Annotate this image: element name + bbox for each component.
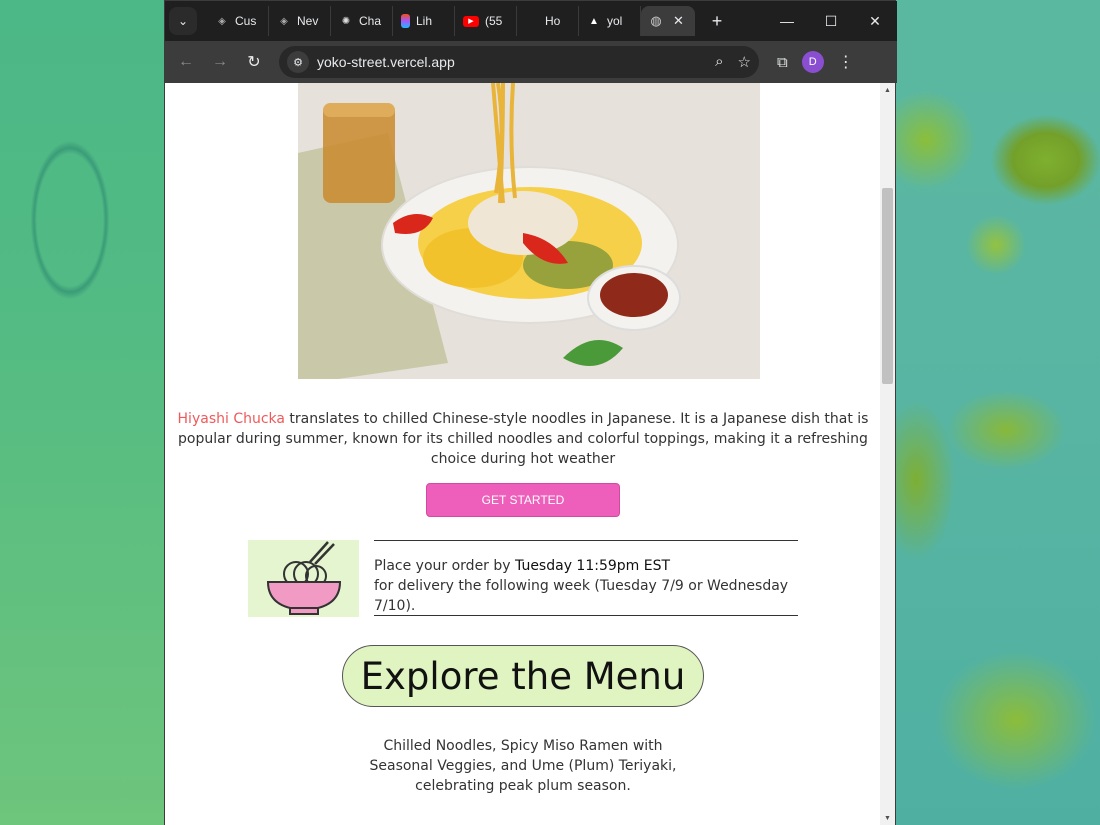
tab-0[interactable]: ◈ Cus [207,6,269,36]
page-viewport: Hiyashi Chucka translates to chilled Chi… [165,83,881,825]
intro-paragraph: Hiyashi Chucka translates to chilled Chi… [171,409,875,469]
get-started-button[interactable]: GET STARTED [426,483,620,517]
tab-3[interactable]: Lih [393,6,455,36]
url-text: yoko-street.vercel.app [317,54,455,70]
cube-icon: ◈ [280,15,288,27]
back-button[interactable]: ← [169,45,203,79]
scrollbar-thumb[interactable] [882,188,893,384]
tab-4[interactable]: ▶ (55 [455,6,517,36]
tab-2[interactable]: ✺ Cha [331,6,393,36]
blank-icon [525,14,539,28]
browser-window: ⌄ ◈ Cus ◈ Nev ✺ Cha Lih ▶ (55 Ho ▲ yol ◍ ✕ + —… [164,0,897,825]
chevron-down-icon: ⌄ [177,14,189,28]
window-controls: — ☐ ✕ [765,1,897,41]
menu-kebab-icon[interactable]: ⋮ [838,52,854,72]
noodle-dish-illustration [298,83,760,379]
order-delivery-text: for delivery the following week (Tuesday… [374,578,789,614]
triangle-icon: ▲ [589,15,599,27]
zoom-icon[interactable]: ⌕ [715,53,723,71]
tab-6[interactable]: ▲ yol [579,6,641,36]
forward-button[interactable]: → [203,45,237,79]
site-info-icon[interactable]: ⚙ [287,51,309,73]
address-bar[interactable]: ⚙ yoko-street.vercel.app ⌕ ☆ [279,46,759,78]
tab-active[interactable]: ◍ ✕ [641,6,695,36]
youtube-icon: ▶ [463,15,479,27]
order-deadline: Tuesday 11:59pm EST [515,558,671,574]
close-tab-icon[interactable]: ✕ [673,13,684,29]
scroll-up-icon[interactable]: ▲ [880,83,895,97]
reload-button[interactable]: ↻ [237,45,271,79]
explore-menu-button[interactable]: Explore the Menu [342,645,704,707]
browser-toolbar: ← → ↻ ⚙ yoko-street.vercel.app ⌕ ☆ ⧉ D ⋮ [165,41,897,83]
maximize-icon[interactable]: ☐ [809,1,853,41]
tab-1[interactable]: ◈ Nev [269,6,331,36]
intro-highlight: Hiyashi Chucka [177,411,285,427]
profile-avatar[interactable]: D [801,51,824,73]
figma-icon [401,14,410,28]
tab-search-button[interactable]: ⌄ [169,7,197,35]
new-tab-button[interactable]: + [703,11,731,32]
extensions-icon[interactable]: ⧉ [777,54,788,71]
scroll-down-icon[interactable]: ▼ [880,811,895,825]
order-prefix: Place your order by [374,558,516,574]
openai-icon: ✺ [341,15,351,27]
hero-image [298,83,760,379]
desktop-wallpaper-left [0,0,164,825]
tab-strip: ⌄ ◈ Cus ◈ Nev ✺ Cha Lih ▶ (55 Ho ▲ yol ◍ ✕ + —… [165,1,897,41]
page-scrollbar[interactable]: ▲ ▼ [880,83,895,825]
close-window-icon[interactable]: ✕ [853,1,897,41]
menu-description: Chilled Noodles, Spicy Miso Ramen with S… [369,738,677,794]
globe-icon: ◍ [650,13,662,28]
cube-icon: ◈ [218,15,226,27]
tab-5[interactable]: Ho [517,6,579,36]
ramen-bowl-image [248,540,359,617]
desktop-wallpaper-right [896,0,1100,825]
bookmark-star-icon[interactable]: ☆ [738,53,751,71]
order-deadline-box: Place your order by Tuesday 11:59pm EST … [374,540,798,616]
minimize-icon[interactable]: — [765,1,809,41]
ramen-bowl-icon [248,540,359,617]
